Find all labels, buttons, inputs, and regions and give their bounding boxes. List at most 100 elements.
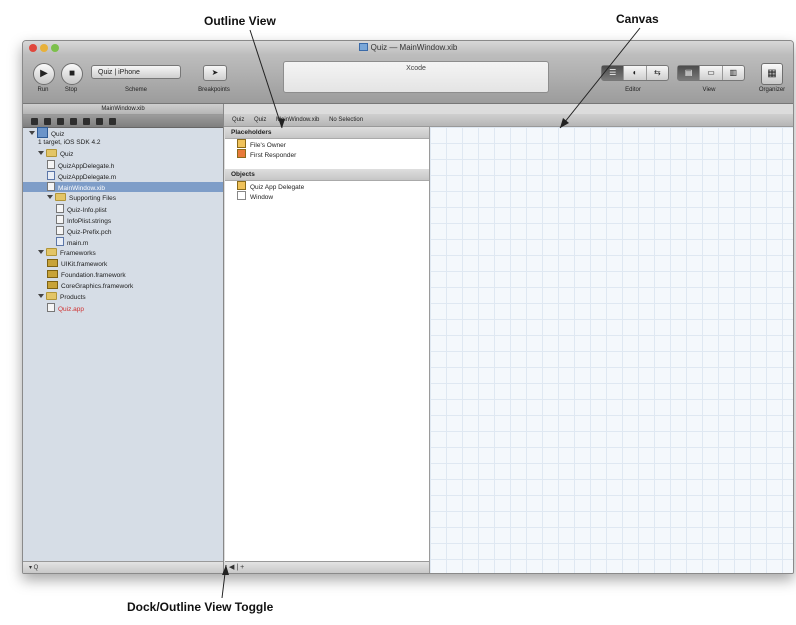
outline-item-label: First Responder (250, 152, 297, 159)
tree-item-label: UIKit.framework (61, 261, 108, 268)
outline-item[interactable]: File's Owner (225, 139, 429, 149)
xib-file-icon (47, 182, 55, 191)
disclosure-triangle-icon[interactable] (38, 151, 44, 155)
disclosure-triangle-icon[interactable] (47, 195, 53, 199)
version-editor-icon[interactable]: ⇆ (647, 66, 668, 80)
dock-outline-toggle[interactable]: ◀ | + (225, 561, 429, 573)
framework-icon (47, 281, 58, 289)
strings-file-icon (56, 215, 64, 224)
debug-toggle-icon[interactable]: ▭ (700, 66, 723, 80)
tree-item-label: main.m (67, 240, 89, 247)
tree-item-label: Frameworks (60, 250, 96, 257)
header-file-icon (56, 226, 64, 235)
window-title-text: Quiz — MainWindow.xib (370, 43, 458, 52)
breakpoint-nav-icon[interactable] (96, 117, 103, 125)
navigator-toggle-icon[interactable]: ▤ (678, 66, 701, 80)
app-icon (47, 303, 55, 312)
folder-nav-icon[interactable] (31, 117, 38, 125)
title-bar: Quiz — MainWindow.xib (23, 41, 793, 55)
tree-item[interactable]: Quiz-Prefix.pch (23, 226, 223, 236)
responder-cube-icon (237, 149, 246, 158)
jumpbar-crumb[interactable]: Quiz (232, 117, 244, 123)
outline-item[interactable]: Quiz App Delegate (225, 181, 429, 191)
placeholders-header[interactable]: Placeholders (225, 127, 429, 139)
framework-icon (47, 259, 58, 267)
tree-item[interactable]: Quiz (23, 149, 223, 159)
xcode-window: Quiz — MainWindow.xib ▶ Run ■ Stop Quiz … (22, 40, 794, 574)
symbol-nav-icon[interactable] (44, 117, 51, 125)
stop-button[interactable]: ■ (61, 63, 83, 85)
tree-item[interactable]: QuizAppDelegate.h (23, 160, 223, 170)
jumpbar-crumb[interactable]: No Selection (329, 117, 363, 123)
objects-header[interactable]: Objects (225, 169, 429, 181)
project-icon (358, 43, 368, 51)
disclosure-triangle-icon[interactable] (38, 250, 44, 254)
outline-item-label: File's Owner (250, 142, 286, 149)
tree-item-label: Quiz-Info.plist (67, 207, 107, 214)
tree-item[interactable]: Quiz (23, 127, 223, 138)
tree-item-label: Quiz (51, 131, 65, 138)
tree-item-label: Products (60, 294, 86, 301)
tree-item[interactable]: UIKit.framework (23, 259, 223, 269)
navigator-filter-bar[interactable]: ▾ Q (23, 561, 223, 573)
outline-view-annotation: Outline View (204, 14, 276, 28)
tree-item-label: CoreGraphics.framework (61, 283, 134, 290)
tree-item-label: MainWindow.xib (58, 185, 105, 192)
folder-icon (46, 248, 57, 256)
outline-item-label: Quiz App Delegate (250, 184, 305, 191)
issue-nav-icon[interactable] (70, 117, 77, 125)
breakpoints-label: Breakpoints (198, 87, 230, 93)
dock-toggle-annotation: Dock/Outline View Toggle (127, 600, 274, 614)
tree-item[interactable]: Foundation.framework (23, 270, 223, 280)
tree-item[interactable]: 1 target, iOS SDK 4.2 (23, 138, 223, 148)
jump-bar[interactable]: Quiz Quiz MainWindow.xib No Selection (224, 114, 793, 127)
tree-item-label: Quiz (60, 151, 74, 158)
stop-label: Stop (64, 87, 78, 93)
canvas-annotation: Canvas (616, 12, 659, 26)
placeholder-cube-icon (237, 139, 246, 148)
tree-item-label: Quiz.app (58, 306, 85, 313)
organizer-button[interactable]: ▦ (761, 63, 783, 85)
outline-item[interactable]: First Responder (225, 149, 429, 159)
jumpbar-crumb[interactable]: Quiz (254, 117, 266, 123)
tree-item-label: Quiz-Prefix.pch (67, 229, 112, 236)
tree-item-label: Foundation.framework (61, 272, 126, 279)
framework-icon (47, 270, 58, 278)
tree-item-label: Supporting Files (69, 195, 116, 202)
disclosure-triangle-icon[interactable] (38, 294, 44, 298)
debug-nav-icon[interactable] (83, 117, 90, 125)
outline-item-label: Window (250, 194, 274, 201)
tree-item[interactable]: InfoPlist.strings (23, 215, 223, 225)
utilities-toggle-icon[interactable]: ▥ (723, 66, 744, 80)
search-nav-icon[interactable] (57, 117, 64, 125)
tree-item[interactable]: Quiz.app (23, 303, 223, 313)
view-label: View (702, 87, 716, 93)
scheme-popup[interactable]: Quiz | iPhone (91, 65, 181, 79)
disclosure-triangle-icon[interactable] (29, 131, 35, 135)
view-segmented-control[interactable]: ▤ ▭ ▥ (677, 65, 745, 81)
tree-item[interactable]: QuizAppDelegate.m (23, 171, 223, 181)
run-button[interactable]: ▶ (33, 63, 55, 85)
tree-item[interactable]: Quiz-Info.plist (23, 204, 223, 214)
header-file-icon (47, 160, 55, 169)
tree-item[interactable]: Products (23, 292, 223, 302)
jumpbar-crumb[interactable]: MainWindow.xib (276, 117, 319, 123)
breakpoints-button[interactable]: ➤ (203, 65, 227, 81)
editor-segmented-control[interactable]: ☰ ◐ ⇆ (601, 65, 669, 81)
navigator-title: MainWindow.xib (23, 104, 223, 115)
canvas[interactable] (430, 127, 793, 573)
folder-icon (46, 292, 57, 300)
tree-item[interactable]: Frameworks (23, 248, 223, 258)
tree-item-label: InfoPlist.strings (67, 218, 112, 225)
tree-item[interactable]: CoreGraphics.framework (23, 281, 223, 291)
standard-editor-icon[interactable]: ☰ (602, 66, 625, 80)
log-nav-icon[interactable] (109, 117, 116, 125)
tree-item[interactable]: main.m (23, 237, 223, 247)
window-title: Quiz — MainWindow.xib (23, 43, 793, 52)
assistant-editor-icon[interactable]: ◐ (624, 66, 647, 80)
outline-item[interactable]: Window (225, 191, 429, 201)
tree-item[interactable]: Supporting Files (23, 193, 223, 203)
project-icon (37, 127, 48, 138)
tree-item[interactable]: MainWindow.xib (23, 182, 223, 192)
folder-icon (55, 193, 66, 201)
